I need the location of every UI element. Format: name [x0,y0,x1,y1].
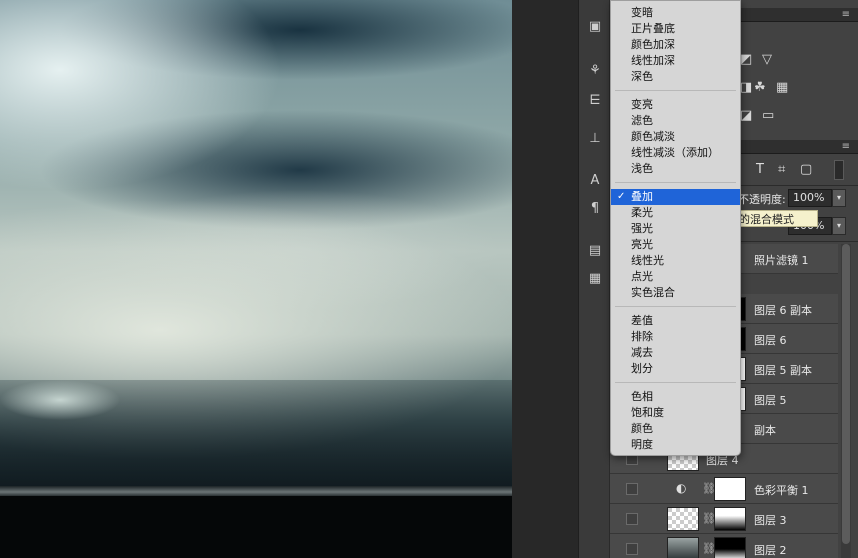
menu-item-darken[interactable]: 变暗 [611,5,740,21]
fill-dropdown-icon[interactable]: ▾ [832,217,846,235]
layer-name: 图层 3 [754,514,787,527]
panel-menu-icon[interactable]: ≡ [842,141,850,152]
layer-thumbnail [667,507,699,531]
menu-item-lighter-color[interactable]: 浅色 [611,161,740,177]
menu-item-screen[interactable]: 滤色 [611,113,740,129]
paragraph-panel-icon[interactable]: ¶ [585,200,605,218]
menu-item-lighten[interactable]: 变亮 [611,97,740,113]
menu-item-color[interactable]: 颜色 [611,421,740,437]
panel-icon-strip: ▣ ⚘ ⋿ ⊥ A ¶ ▤ ▦ [578,0,610,558]
menu-item-overlay[interactable]: ✓ 叠加 [611,189,740,205]
menu-item-pin-light[interactable]: 点光 [611,269,740,285]
menu-item-vivid-light[interactable]: 亮光 [611,237,740,253]
layer-name: 照片滤镜 1 [754,254,809,267]
eye-icon[interactable] [626,543,638,555]
checkmark-icon: ✓ [617,191,626,202]
type-filter-icon[interactable]: T [756,162,764,177]
menu-item-soft-light[interactable]: 柔光 [611,205,740,221]
menu-item-darker-color[interactable]: 深色 [611,69,740,85]
menu-item-color-dodge[interactable]: 颜色减淡 [611,129,740,145]
menu-item-hue[interactable]: 色相 [611,389,740,405]
menu-item-difference[interactable]: 差值 [611,313,740,329]
character-panel-icon[interactable]: A [585,172,605,190]
menu-item-divide[interactable]: 划分 [611,361,740,377]
menu-separator [615,90,736,91]
layer-mask-thumbnail[interactable] [714,477,746,501]
color-lookup-icon[interactable]: ▦ [776,80,788,95]
menu-item-label: 叠加 [631,190,653,203]
layer-row[interactable]: ⛓ 图层 3 [610,504,838,534]
layer-thumbnail [667,537,699,558]
menu-separator [615,382,736,383]
eye-icon[interactable] [626,483,638,495]
document-canvas[interactable] [0,0,512,558]
menu-item-linear-dodge[interactable]: 线性减淡（添加） [611,145,740,161]
menu-item-saturation[interactable]: 饱和度 [611,405,740,421]
levels-icon[interactable]: ◨ [740,80,752,95]
curves-icon[interactable]: ◩ [740,52,752,67]
layers-scrollbar[interactable] [841,244,851,558]
brush-settings-icon[interactable]: ⋿ [585,92,605,110]
opacity-label: 不透明度: [738,193,786,206]
menu-item-linear-light[interactable]: 线性光 [611,253,740,269]
layer-name: 图层 6 [754,334,787,347]
layer-name: 图层 5 [754,394,787,407]
properties-icon[interactable]: ▤ [585,242,605,260]
menu-item-luminosity[interactable]: 明度 [611,437,740,453]
panel-menu-icon[interactable]: ≡ [842,9,850,20]
layer-name: 副本 [754,424,776,437]
canvas-clouds [0,380,512,490]
blend-mode-menu[interactable]: 变暗 正片叠底 颜色加深 线性加深 深色 变亮 滤色 颜色减淡 线性减淡（添加）… [610,0,741,456]
layer-mask-thumbnail[interactable] [714,507,746,531]
menu-item-hard-light[interactable]: 强光 [611,221,740,237]
clone-source-icon[interactable]: ⊥ [585,130,605,148]
gradient-map-triangle-icon[interactable]: ▽ [762,52,772,67]
layer-name: 图层 6 副本 [754,304,812,317]
menu-item-exclusion[interactable]: 排除 [611,329,740,345]
menu-item-hard-mix[interactable]: 实色混合 [611,285,740,301]
notes-icon[interactable]: ▦ [585,270,605,288]
layer-mask-thumbnail[interactable] [714,537,746,558]
menu-separator [615,306,736,307]
channel-mixer-icon[interactable]: ☘ [754,80,766,95]
shape-filter-icon[interactable]: ⌗ [778,162,785,177]
cube-3d-icon[interactable]: ▣ [585,18,605,36]
blend-mode-tooltip: 的混合模式 [736,210,818,227]
opacity-dropdown-icon[interactable]: ▾ [832,189,846,207]
scrollbar-thumb[interactable] [842,244,850,544]
layer-name: 图层 2 [754,544,787,557]
brushes-icon[interactable]: ⚘ [585,62,605,80]
canvas-horizon [0,486,512,496]
menu-item-subtract[interactable]: 减去 [611,345,740,361]
canvas-sea [0,496,512,558]
canvas-pasteboard [512,0,578,558]
layer-name: 色彩平衡 1 [754,484,809,497]
filter-toggle[interactable] [834,160,844,180]
menu-separator [615,182,736,183]
menu-item-color-burn[interactable]: 颜色加深 [611,37,740,53]
layer-name: 图层 5 副本 [754,364,812,377]
adjustment-layer-icon: ◐ [676,481,687,495]
menu-item-linear-burn[interactable]: 线性加深 [611,53,740,69]
eye-icon[interactable] [626,513,638,525]
layer-row[interactable]: ◐ ⛓ 色彩平衡 1 [610,474,838,504]
gradient-icon[interactable]: ▭ [762,108,774,123]
opacity-input[interactable]: 100% [788,189,832,207]
smart-object-filter-icon[interactable]: ▢ [800,162,812,177]
menu-item-multiply[interactable]: 正片叠底 [611,21,740,37]
layer-row[interactable]: ⛓ 图层 2 [610,534,838,558]
invert-icon[interactable]: ◪ [740,108,752,123]
